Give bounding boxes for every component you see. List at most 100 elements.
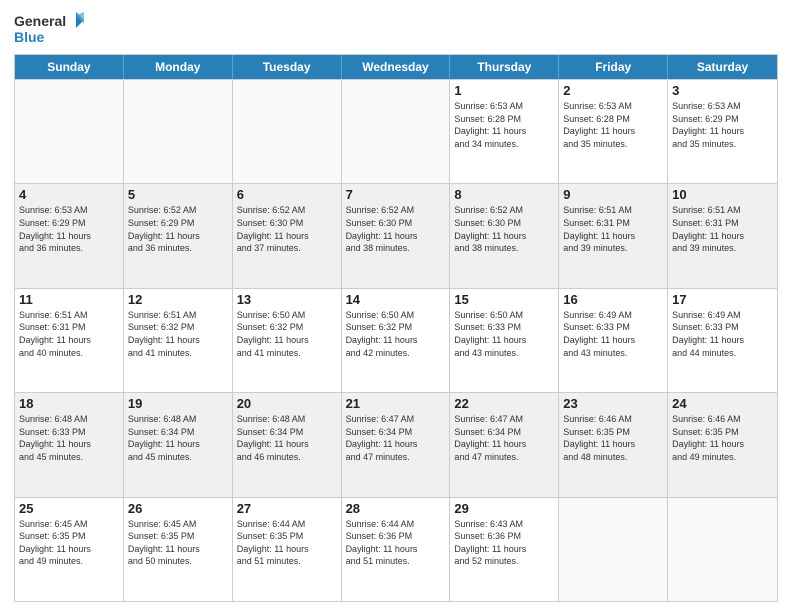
cal-cell: 6 Sunrise: 6:52 AM Sunset: 6:30 PM Daylig… <box>233 184 342 287</box>
cal-row-3: 18Sunrise: 6:48 AM Sunset: 6:33 PM Dayli… <box>15 392 777 496</box>
day-number: 4 <box>19 187 119 202</box>
day-info: Sunrise: 6:51 AM Sunset: 6:31 PM Dayligh… <box>672 204 773 254</box>
cal-cell <box>559 498 668 601</box>
calendar: SundayMondayTuesdayWednesdayThursdayFrid… <box>14 54 778 602</box>
cal-row-0: 1 Sunrise: 6:53 AM Sunset: 6:28 PM Daylig… <box>15 79 777 183</box>
day-info: Sunrise: 6:43 AM Sunset: 6:36 PM Dayligh… <box>454 518 554 568</box>
day-info: Sunrise: 6:46 AM Sunset: 6:35 PM Dayligh… <box>563 413 663 463</box>
cal-header-saturday: Saturday <box>668 55 777 79</box>
cal-cell: 4 Sunrise: 6:53 AM Sunset: 6:29 PM Daylig… <box>15 184 124 287</box>
cal-cell: 23 Sunrise: 6:46 AM Sunset: 6:35 PM Dayli… <box>559 393 668 496</box>
cal-cell: 29 Sunrise: 6:43 AM Sunset: 6:36 PM Dayli… <box>450 498 559 601</box>
day-info: Sunrise: 6:45 AM Sunset: 6:35 PM Dayligh… <box>128 518 228 568</box>
cal-cell: 27 Sunrise: 6:44 AM Sunset: 6:35 PM Dayli… <box>233 498 342 601</box>
cal-row-4: 25Sunrise: 6:45 AM Sunset: 6:35 PM Dayli… <box>15 497 777 601</box>
cal-cell: 5 Sunrise: 6:52 AM Sunset: 6:29 PM Daylig… <box>124 184 233 287</box>
day-info: Sunrise: 6:48 AM Sunset: 6:34 PM Dayligh… <box>237 413 337 463</box>
day-info: Sunrise: 6:53 AM Sunset: 6:28 PM Dayligh… <box>454 100 554 150</box>
svg-text:Blue: Blue <box>14 29 45 45</box>
cal-cell: 10 Sunrise: 6:51 AM Sunset: 6:31 PM Dayli… <box>668 184 777 287</box>
day-info: Sunrise: 6:45 AM Sunset: 6:35 PM Dayligh… <box>19 518 119 568</box>
cal-cell: 26 Sunrise: 6:45 AM Sunset: 6:35 PM Dayli… <box>124 498 233 601</box>
day-number: 22 <box>454 396 554 411</box>
day-info: Sunrise: 6:52 AM Sunset: 6:30 PM Dayligh… <box>237 204 337 254</box>
day-number: 1 <box>454 83 554 98</box>
day-info: Sunrise: 6:51 AM Sunset: 6:32 PM Dayligh… <box>128 309 228 359</box>
day-number: 7 <box>346 187 446 202</box>
day-number: 27 <box>237 501 337 516</box>
day-number: 8 <box>454 187 554 202</box>
day-number: 3 <box>672 83 773 98</box>
day-number: 23 <box>563 396 663 411</box>
day-number: 5 <box>128 187 228 202</box>
cal-header-thursday: Thursday <box>450 55 559 79</box>
day-number: 13 <box>237 292 337 307</box>
cal-cell: 1 Sunrise: 6:53 AM Sunset: 6:28 PM Daylig… <box>450 80 559 183</box>
day-number: 29 <box>454 501 554 516</box>
day-info: Sunrise: 6:52 AM Sunset: 6:30 PM Dayligh… <box>454 204 554 254</box>
cal-cell: 14 Sunrise: 6:50 AM Sunset: 6:32 PM Dayli… <box>342 289 451 392</box>
day-info: Sunrise: 6:53 AM Sunset: 6:29 PM Dayligh… <box>672 100 773 150</box>
cal-cell: 20 Sunrise: 6:48 AM Sunset: 6:34 PM Dayli… <box>233 393 342 496</box>
day-info: Sunrise: 6:49 AM Sunset: 6:33 PM Dayligh… <box>672 309 773 359</box>
day-number: 26 <box>128 501 228 516</box>
cal-cell <box>124 80 233 183</box>
cal-cell: 25Sunrise: 6:45 AM Sunset: 6:35 PM Dayli… <box>15 498 124 601</box>
cal-cell: 18Sunrise: 6:48 AM Sunset: 6:33 PM Dayli… <box>15 393 124 496</box>
day-number: 10 <box>672 187 773 202</box>
day-info: Sunrise: 6:53 AM Sunset: 6:29 PM Dayligh… <box>19 204 119 254</box>
day-info: Sunrise: 6:50 AM Sunset: 6:32 PM Dayligh… <box>237 309 337 359</box>
day-info: Sunrise: 6:53 AM Sunset: 6:28 PM Dayligh… <box>563 100 663 150</box>
cal-cell: 21 Sunrise: 6:47 AM Sunset: 6:34 PM Dayli… <box>342 393 451 496</box>
cal-cell: 8 Sunrise: 6:52 AM Sunset: 6:30 PM Daylig… <box>450 184 559 287</box>
day-info: Sunrise: 6:52 AM Sunset: 6:30 PM Dayligh… <box>346 204 446 254</box>
cal-cell: 9Sunrise: 6:51 AM Sunset: 6:31 PM Daylig… <box>559 184 668 287</box>
cal-cell: 16Sunrise: 6:49 AM Sunset: 6:33 PM Dayli… <box>559 289 668 392</box>
cal-cell <box>233 80 342 183</box>
day-number: 17 <box>672 292 773 307</box>
cal-cell: 24 Sunrise: 6:46 AM Sunset: 6:35 PM Dayli… <box>668 393 777 496</box>
day-number: 21 <box>346 396 446 411</box>
day-number: 15 <box>454 292 554 307</box>
day-info: Sunrise: 6:47 AM Sunset: 6:34 PM Dayligh… <box>346 413 446 463</box>
logo-svg: General Blue <box>14 10 84 48</box>
day-info: Sunrise: 6:47 AM Sunset: 6:34 PM Dayligh… <box>454 413 554 463</box>
cal-cell <box>668 498 777 601</box>
day-info: Sunrise: 6:44 AM Sunset: 6:35 PM Dayligh… <box>237 518 337 568</box>
calendar-body: 1 Sunrise: 6:53 AM Sunset: 6:28 PM Daylig… <box>15 79 777 601</box>
cal-cell <box>15 80 124 183</box>
day-info: Sunrise: 6:50 AM Sunset: 6:32 PM Dayligh… <box>346 309 446 359</box>
day-number: 12 <box>128 292 228 307</box>
cal-header-sunday: Sunday <box>15 55 124 79</box>
cal-header-monday: Monday <box>124 55 233 79</box>
cal-header-wednesday: Wednesday <box>342 55 451 79</box>
cal-cell: 11Sunrise: 6:51 AM Sunset: 6:31 PM Dayli… <box>15 289 124 392</box>
cal-row-1: 4 Sunrise: 6:53 AM Sunset: 6:29 PM Daylig… <box>15 183 777 287</box>
day-number: 16 <box>563 292 663 307</box>
cal-cell: 2 Sunrise: 6:53 AM Sunset: 6:28 PM Daylig… <box>559 80 668 183</box>
day-number: 28 <box>346 501 446 516</box>
cal-cell: 17 Sunrise: 6:49 AM Sunset: 6:33 PM Dayli… <box>668 289 777 392</box>
day-info: Sunrise: 6:52 AM Sunset: 6:29 PM Dayligh… <box>128 204 228 254</box>
day-info: Sunrise: 6:44 AM Sunset: 6:36 PM Dayligh… <box>346 518 446 568</box>
cal-cell <box>342 80 451 183</box>
day-info: Sunrise: 6:48 AM Sunset: 6:34 PM Dayligh… <box>128 413 228 463</box>
day-info: Sunrise: 6:46 AM Sunset: 6:35 PM Dayligh… <box>672 413 773 463</box>
cal-header-tuesday: Tuesday <box>233 55 342 79</box>
cal-cell: 22 Sunrise: 6:47 AM Sunset: 6:34 PM Dayli… <box>450 393 559 496</box>
svg-text:General: General <box>14 13 66 29</box>
cal-cell: 28 Sunrise: 6:44 AM Sunset: 6:36 PM Dayli… <box>342 498 451 601</box>
day-number: 11 <box>19 292 119 307</box>
calendar-header-row: SundayMondayTuesdayWednesdayThursdayFrid… <box>15 55 777 79</box>
cal-row-2: 11Sunrise: 6:51 AM Sunset: 6:31 PM Dayli… <box>15 288 777 392</box>
day-number: 19 <box>128 396 228 411</box>
logo: General Blue <box>14 10 84 48</box>
day-number: 20 <box>237 396 337 411</box>
cal-cell: 3 Sunrise: 6:53 AM Sunset: 6:29 PM Daylig… <box>668 80 777 183</box>
day-number: 18 <box>19 396 119 411</box>
day-number: 14 <box>346 292 446 307</box>
day-number: 2 <box>563 83 663 98</box>
cal-cell: 7 Sunrise: 6:52 AM Sunset: 6:30 PM Daylig… <box>342 184 451 287</box>
day-number: 24 <box>672 396 773 411</box>
day-number: 6 <box>237 187 337 202</box>
